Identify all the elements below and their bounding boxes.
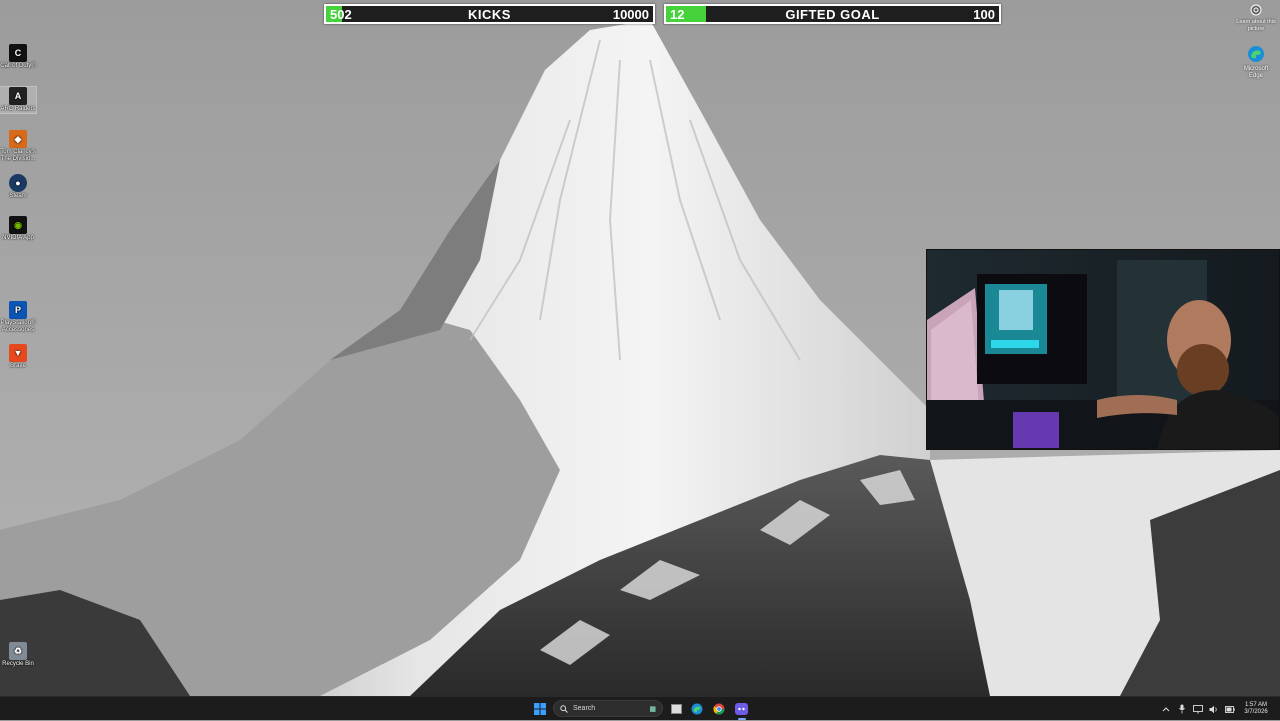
desktop-icon-the-division[interactable]: ◆ Tom Clancy's The Divisio... — [0, 130, 36, 163]
desktop-icon-label: Tom Clancy's The Divisio... — [0, 149, 36, 162]
tray-overflow-button[interactable] — [1160, 703, 1172, 715]
taskbar-edge[interactable] — [689, 701, 705, 717]
taskbar: Search ▦ 1:57 AM 3/7/2026 — [0, 696, 1280, 720]
learn-about-picture[interactable]: Learn about this picture — [1236, 4, 1276, 33]
microphone-icon — [1179, 704, 1185, 714]
kicks-goal-label: KICKS — [468, 6, 511, 22]
camera-info-icon — [1250, 4, 1262, 16]
chevron-up-icon — [1162, 707, 1170, 712]
microsoft-edge-icon — [1248, 46, 1264, 62]
recycle-bin-icon: ♻ — [9, 642, 27, 660]
kicks-goal-bar: 502 KICKS 10000 — [324, 4, 655, 24]
windows-logo-icon — [534, 703, 546, 715]
search-icon — [560, 704, 568, 713]
desktop-icon-brave[interactable]: ▼ Brave — [0, 344, 36, 370]
tray-microphone[interactable] — [1176, 703, 1188, 715]
clock-date: 3/7/2026 — [1244, 709, 1268, 715]
learn-about-picture-label: Learn about this picture — [1236, 19, 1276, 32]
start-button[interactable] — [532, 701, 548, 717]
desktop-icon-label: Call of Duty® — [0, 63, 36, 69]
gifted-current-count: 12 — [670, 6, 685, 22]
arc-raiders-icon: A — [9, 87, 27, 105]
task-view-icon — [670, 704, 682, 714]
webcam-overlay — [926, 249, 1280, 450]
tray-battery[interactable] — [1224, 703, 1236, 715]
battery-icon — [1225, 705, 1235, 713]
call-of-duty-icon: C — [9, 44, 27, 62]
desktop-icon-label: PlayStation® Accessories — [0, 320, 36, 333]
kicks-target-count: 10000 — [612, 6, 649, 22]
gifted-goal-bar: 12 GIFTED GOAL 100 — [664, 4, 1001, 24]
desktop-icon-label: Steam — [9, 193, 27, 199]
taskbar-discord[interactable] — [733, 701, 749, 717]
desktop-icon-call-of-duty[interactable]: C Call of Duty® — [0, 44, 36, 70]
chrome-icon — [713, 703, 725, 715]
gifted-goal-label: GIFTED GOAL — [785, 6, 880, 22]
taskbar-search-box[interactable]: Search ▦ — [553, 700, 663, 717]
discord-icon — [734, 703, 748, 715]
nvidia-icon: ◉ — [9, 216, 27, 234]
playstation-icon: P — [9, 301, 27, 319]
tray-volume[interactable] — [1208, 703, 1220, 715]
desktop-icon-playstation-accessories[interactable]: P PlayStation® Accessories — [0, 301, 36, 334]
the-division-icon: ◆ — [9, 130, 27, 148]
desktop-icon-label: Brave — [10, 363, 26, 369]
desktop-icon-label: Recycle Bin — [2, 661, 34, 667]
desktop-icon-label: Microsoft Edge — [1243, 66, 1269, 79]
tray-network[interactable] — [1192, 703, 1204, 715]
desktop-icon-recycle-bin[interactable]: ♻ Recycle Bin — [0, 642, 36, 668]
brave-lion-icon: ▼ — [9, 344, 27, 362]
microsoft-edge-icon — [691, 703, 703, 715]
desktop-icon-label: NVIDIA App — [2, 235, 34, 241]
taskbar-clock[interactable]: 1:57 AM 3/7/2026 — [1238, 702, 1274, 716]
system-tray: 1:57 AM 3/7/2026 — [1158, 697, 1280, 721]
taskbar-task-view[interactable] — [668, 701, 684, 717]
search-placeholder: Search — [573, 705, 596, 712]
desktop-icon-arc-raiders[interactable]: A ARC Raiders — [0, 86, 37, 114]
desktop-icon-nvidia-app[interactable]: ◉ NVIDIA App — [0, 216, 36, 242]
taskbar-chrome[interactable] — [711, 701, 727, 717]
clock-time: 1:57 AM — [1244, 702, 1267, 708]
desktop-icon-steam[interactable]: ● Steam — [0, 174, 36, 200]
desktop-icon-label: ARC Raiders — [0, 106, 36, 112]
desktop-icon-microsoft-edge[interactable]: Microsoft Edge — [1238, 45, 1274, 80]
webcam-feed — [927, 250, 1279, 449]
network-icon — [1193, 704, 1203, 713]
gifted-target-count: 100 — [973, 6, 995, 22]
kicks-current-count: 502 — [330, 6, 352, 22]
search-highlight-icon: ▦ — [649, 705, 656, 713]
speaker-icon — [1209, 705, 1217, 713]
steam-icon: ● — [9, 174, 27, 192]
